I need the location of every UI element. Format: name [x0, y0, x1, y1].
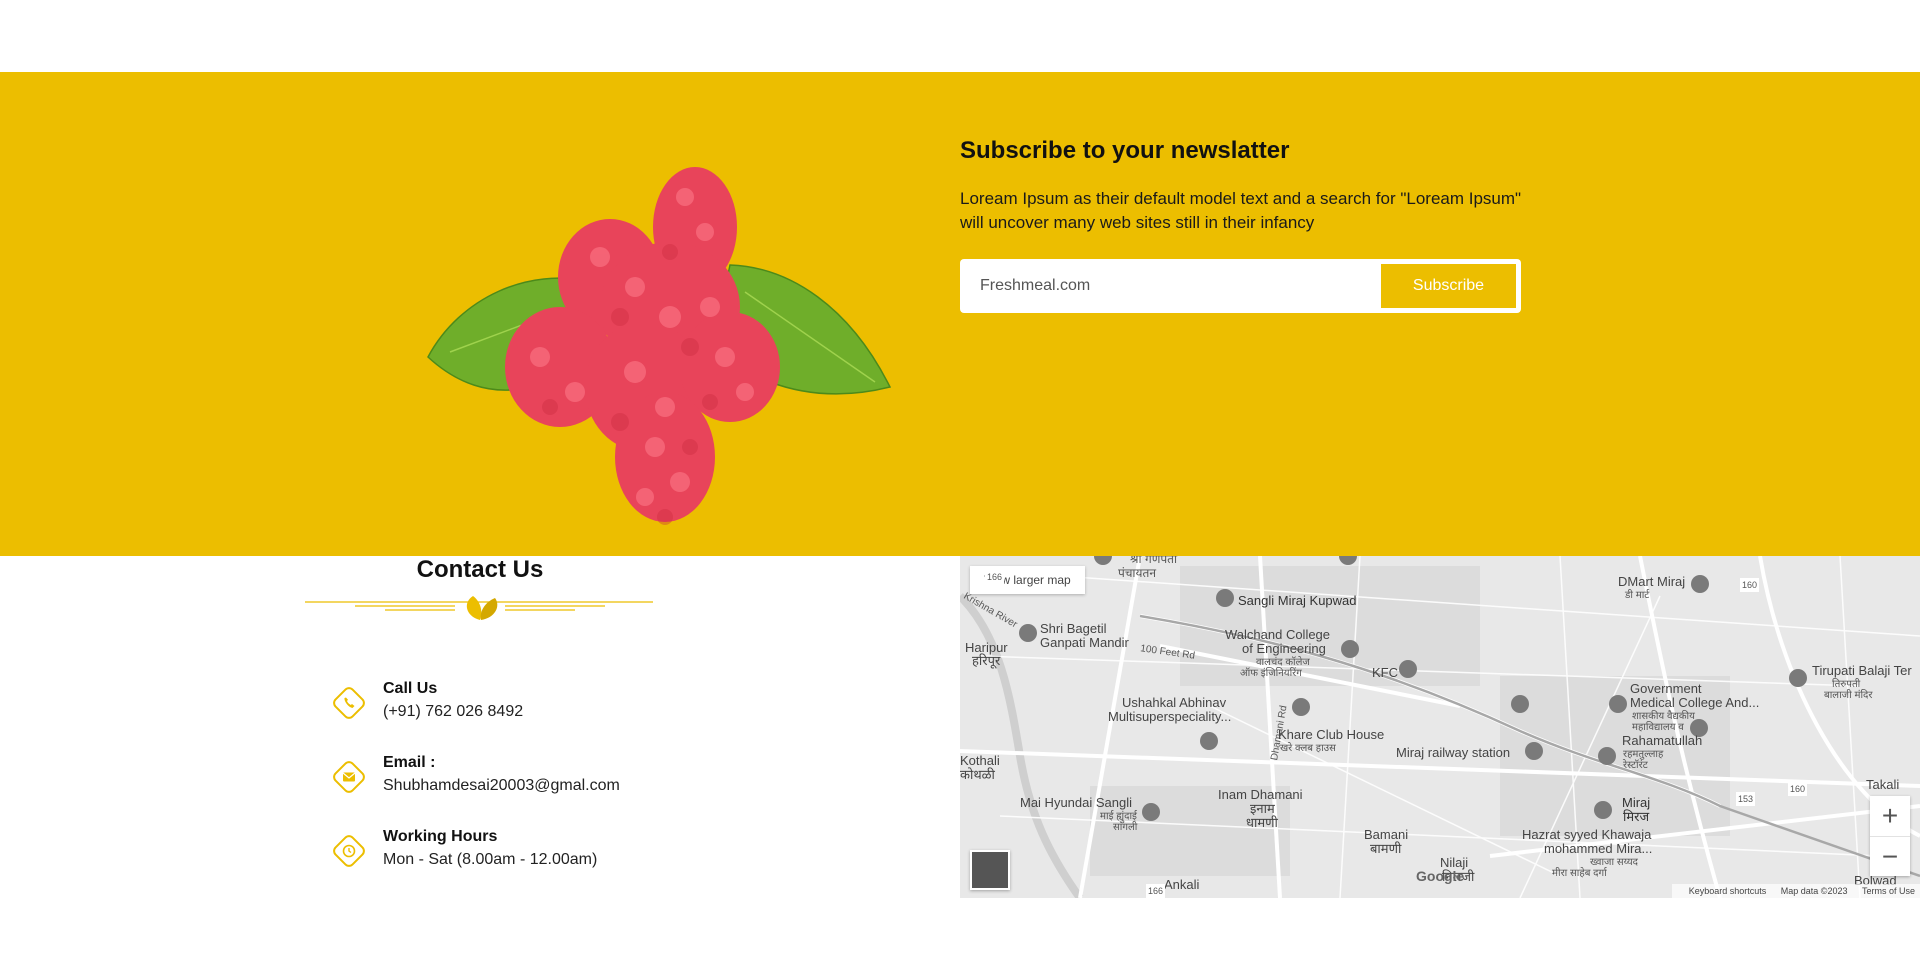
email-address: Shubhamdesai20003@gmal.com — [383, 777, 620, 794]
map-label: Walchand College — [1225, 627, 1331, 642]
road-shield: 160 — [1740, 578, 1760, 592]
map-label: Ankali — [1164, 877, 1200, 892]
map-label: Inam Dhamani — [1218, 787, 1303, 802]
phone-icon — [333, 687, 365, 719]
map-label: KFC — [1372, 665, 1398, 680]
zoom-in-button[interactable]: + — [1870, 796, 1910, 836]
map-label: हरिपूर — [972, 653, 1001, 668]
contact-section: Contact Us Call Us (+91) 762 026 8492 Em… — [0, 556, 960, 898]
map-label: पंचायतन — [1118, 566, 1157, 580]
map-label: Shri Bagetil — [1040, 621, 1107, 636]
contact-item-hours: Working Hours Mon - Sat (8.00am - 12.00a… — [330, 828, 730, 880]
map-label: DMart Miraj — [1618, 574, 1686, 589]
contact-item-phone: Call Us (+91) 762 026 8492 — [330, 680, 730, 732]
map-label: बामणी — [1370, 841, 1402, 856]
contact-label: Call Us — [383, 680, 438, 697]
raspberry-image — [420, 157, 900, 547]
envelope-icon — [333, 761, 365, 793]
road-shield: 153 — [1736, 792, 1756, 806]
map-data-label: Map data ©2023 — [1780, 886, 1848, 896]
contact-label: Email : — [383, 754, 436, 771]
map-label: रेस्टॉरंट — [1623, 760, 1648, 771]
map-label: Hazrat syyed Khawaja — [1522, 827, 1652, 842]
map-label: Miraj railway station — [1396, 745, 1511, 760]
satellite-layer-button[interactable] — [970, 850, 1010, 890]
map-label: ऑफ इंजिनियरिंग — [1240, 668, 1302, 679]
map-attribution: Keyboard shortcuts Map data ©2023 Terms … — [1671, 884, 1920, 898]
google-logo: Google — [1416, 868, 1465, 884]
map-label: Mai Hyundai Sangli — [1020, 795, 1133, 810]
map-label: मीरा साहेब दर्गा — [1552, 868, 1607, 879]
map-label: Khare Club House — [1278, 727, 1385, 742]
map-label: इनाम — [1250, 801, 1275, 816]
contact-item-email: Email : Shubhamdesai20003@gmal.com — [330, 754, 730, 806]
phone-number: (+91) 762 026 8492 — [383, 703, 524, 720]
map-label: श्री गणपती — [1130, 556, 1178, 566]
map-label: Rahamatullah — [1622, 733, 1703, 748]
map-label: Kothali — [960, 753, 1000, 768]
map-label: Multisuperspeciality... — [1108, 709, 1232, 724]
newsletter-description: Loream Ipsum as their default model text… — [960, 189, 1522, 232]
road-shield: 160 — [1788, 782, 1808, 796]
map-label: बालाजी मंदिर — [1824, 690, 1873, 701]
map-label: खरे क्लब हाउस — [1280, 743, 1336, 754]
map-label: Ganpati Mandir — [1040, 635, 1129, 650]
terms-link[interactable]: Terms of Use — [1862, 886, 1915, 896]
map-label: Tirupati Balaji Ter — [1812, 663, 1912, 678]
map-label: Miraj — [1622, 795, 1651, 810]
leaf-divider-icon — [305, 596, 653, 620]
map-label: Sangli Miraj Kupwad — [1238, 593, 1357, 608]
map-label: mohammed Mira... — [1544, 841, 1653, 856]
road-shield: 166 — [1146, 884, 1166, 898]
map-label: मिरज — [1623, 809, 1650, 824]
contact-label: Working Hours — [383, 828, 498, 845]
map-label: Medical College And... — [1630, 695, 1760, 710]
contact-title: Contact Us — [416, 556, 544, 583]
map-label: सांगली — [1113, 822, 1138, 833]
road-shield: 166 — [985, 570, 1005, 584]
zoom-out-button[interactable]: − — [1870, 836, 1910, 876]
newsletter-section: Subscribe to your newslatter Loream Ipsu… — [0, 72, 1920, 556]
newsletter-title: Subscribe to your newslatter — [960, 137, 1290, 164]
zoom-controls: + − — [1870, 796, 1910, 876]
keyboard-shortcuts-link[interactable]: Keyboard shortcuts — [1689, 886, 1767, 896]
map-label: Takali — [1866, 777, 1900, 792]
clock-icon — [333, 835, 365, 867]
map-label: Bamani — [1364, 827, 1409, 842]
map-label: Government — [1630, 681, 1702, 696]
email-input[interactable] — [960, 259, 1380, 313]
map-label: धामणी — [1246, 815, 1278, 830]
subscribe-button[interactable]: Subscribe — [1381, 264, 1516, 308]
working-hours: Mon - Sat (8.00am - 12.00am) — [383, 851, 598, 868]
map-roads — [960, 556, 1920, 898]
newsletter-form: Subscribe — [960, 259, 1521, 313]
map-label: Ushahkal Abhinav — [1122, 695, 1227, 710]
map-label: कोथळी — [960, 767, 995, 782]
map-label: डी मार्ट — [1625, 590, 1650, 601]
google-map[interactable]: View larger map श्री गणपती पंचायतन Sangl… — [960, 556, 1920, 898]
map-label: of Engineering — [1242, 641, 1326, 656]
